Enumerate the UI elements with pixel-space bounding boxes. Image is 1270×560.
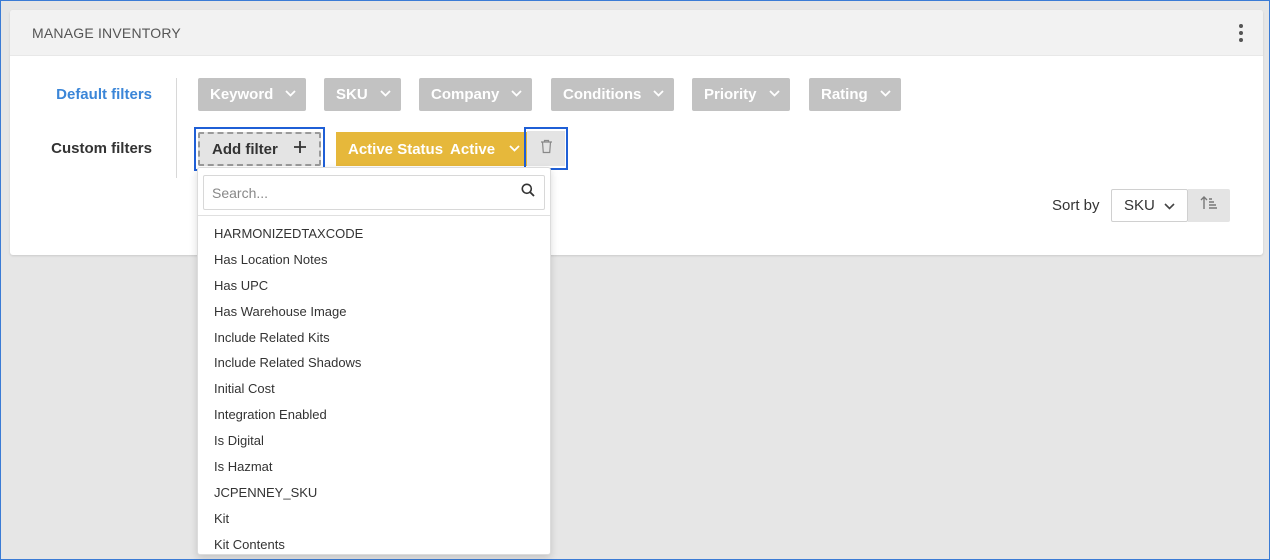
- filter-chip-conditions[interactable]: Conditions: [551, 78, 675, 111]
- filter-chip-company[interactable]: Company: [419, 78, 533, 111]
- filter-chip-rating[interactable]: Rating: [809, 78, 901, 111]
- list-item[interactable]: Has Location Notes: [198, 247, 550, 273]
- page-title: MANAGE INVENTORY: [32, 24, 181, 41]
- chip-value: Active: [450, 140, 496, 158]
- sort-by-label: Sort by: [1052, 197, 1100, 214]
- search-box: [203, 175, 545, 210]
- chevron-down-icon: [511, 90, 522, 99]
- card-header: MANAGE INVENTORY: [10, 10, 1263, 56]
- list-item[interactable]: Has UPC: [198, 273, 550, 299]
- chevron-down-icon: [880, 90, 891, 99]
- sort-selected-value: SKU: [1124, 197, 1155, 214]
- filter-chip-keyword[interactable]: Keyword: [198, 78, 307, 111]
- custom-filters-label: Custom filters: [51, 140, 152, 157]
- list-item[interactable]: Include Related Shadows: [198, 350, 550, 376]
- sort-field-select[interactable]: SKU: [1111, 189, 1188, 222]
- chip-label: Priority: [704, 86, 757, 103]
- filters-divider: [176, 78, 177, 178]
- chip-label: SKU: [336, 86, 368, 103]
- chevron-down-icon: [509, 144, 520, 154]
- list-item[interactable]: Include Related Kits: [198, 325, 550, 351]
- chip-label: Keyword: [210, 86, 274, 103]
- filter-chip-active-status[interactable]: Active Status Active: [336, 132, 531, 166]
- filter-options-list: HARMONIZEDTAXCODE Has Location Notes Has…: [198, 216, 550, 554]
- default-filters-label: Default filters: [56, 86, 152, 103]
- list-item[interactable]: Is Hazmat: [198, 454, 550, 480]
- add-filter-label: Add filter: [212, 140, 278, 158]
- add-filter-dropdown: HARMONIZEDTAXCODE Has Location Notes Has…: [197, 167, 551, 555]
- chip-label: Company: [431, 86, 500, 103]
- chevron-down-icon: [653, 90, 664, 99]
- list-item[interactable]: Has Warehouse Image: [198, 299, 550, 325]
- filter-chip-priority[interactable]: Priority: [692, 78, 790, 111]
- kebab-menu-icon[interactable]: [1233, 21, 1249, 45]
- list-item[interactable]: Kit Contents: [198, 532, 550, 554]
- chevron-down-icon: [768, 90, 780, 99]
- list-item[interactable]: JCPENNEY_SKU: [198, 480, 550, 506]
- list-item[interactable]: Is Digital: [198, 428, 550, 454]
- dropdown-search-wrap: [198, 168, 550, 216]
- chevron-down-icon: [285, 90, 296, 99]
- add-filter-button[interactable]: Add filter: [198, 132, 321, 166]
- list-item[interactable]: Integration Enabled: [198, 402, 550, 428]
- chip-label: Rating: [821, 86, 868, 103]
- delete-filter-button[interactable]: [527, 131, 565, 166]
- chevron-down-icon: [380, 90, 391, 99]
- trash-icon: [540, 139, 553, 159]
- list-item[interactable]: Initial Cost: [198, 376, 550, 402]
- filter-chip-sku[interactable]: SKU: [324, 78, 401, 111]
- chevron-down-icon: [1164, 197, 1175, 214]
- sort-ascending-icon: [1200, 195, 1218, 216]
- filter-search-input[interactable]: [212, 184, 521, 201]
- list-item[interactable]: Kit: [198, 506, 550, 532]
- list-item[interactable]: HARMONIZEDTAXCODE: [198, 221, 550, 247]
- search-icon: [521, 183, 535, 202]
- chip-label: Conditions: [563, 86, 642, 103]
- chip-name: Active Status: [348, 140, 444, 158]
- plus-icon: [293, 140, 307, 158]
- sort-direction-button[interactable]: [1188, 189, 1230, 222]
